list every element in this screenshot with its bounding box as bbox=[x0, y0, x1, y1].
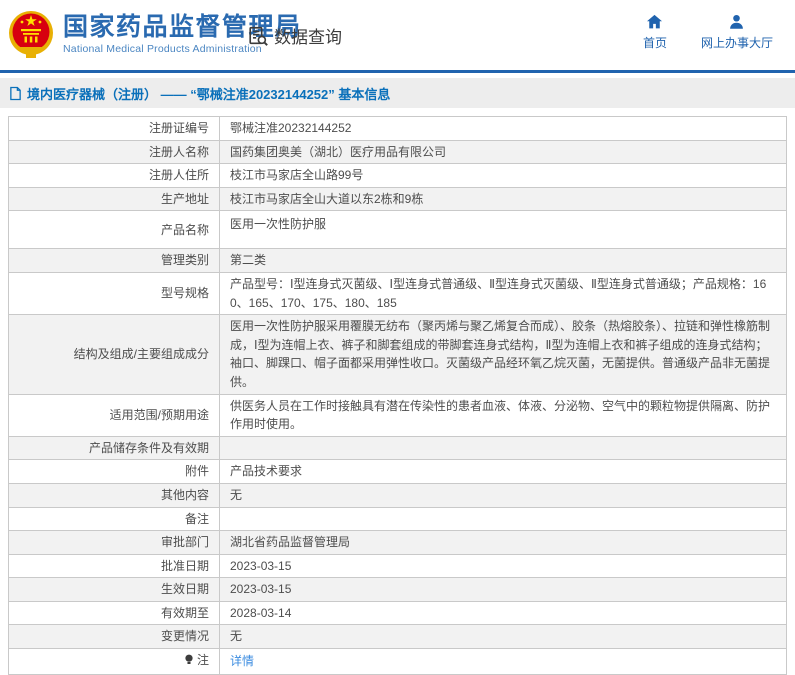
field-value: 产品技术要求 bbox=[219, 459, 787, 484]
field-label: 管理类别 bbox=[8, 248, 220, 273]
field-label: 注 bbox=[8, 648, 220, 675]
nav-data-query[interactable]: 数据查询 bbox=[247, 23, 342, 48]
table-row: 备注 bbox=[8, 506, 787, 532]
nav-online-hall[interactable]: 网上办事大厅 bbox=[701, 13, 773, 51]
field-value: 无 bbox=[219, 482, 787, 508]
table-row: 生效日期 2023-03-15 bbox=[8, 577, 787, 602]
field-label: 批准日期 bbox=[8, 553, 220, 579]
field-value: 医用一次性防护服采用覆膜无纺布（聚丙烯与聚乙烯复合而成）、胶条（热熔胶条）、拉链… bbox=[219, 314, 787, 395]
note-label: 注 bbox=[196, 653, 209, 668]
field-label: 结构及组成/主要组成成分 bbox=[8, 314, 220, 395]
field-label: 注册证编号 bbox=[8, 116, 220, 141]
table-row: 型号规格 产品型号：Ⅰ型连身式灭菌级、Ⅰ型连身式普通级、Ⅱ型连身式灭菌级、Ⅱ型连… bbox=[8, 271, 787, 316]
field-label: 其他内容 bbox=[8, 482, 220, 508]
field-label: 有效期至 bbox=[8, 600, 220, 626]
field-value bbox=[219, 435, 787, 461]
field-value: 湖北省药品监督管理局 bbox=[219, 530, 787, 555]
field-label: 注册人名称 bbox=[8, 139, 220, 165]
home-icon bbox=[645, 13, 664, 31]
table-row: 注册人名称 国药集团奥美（湖北）医疗用品有限公司 bbox=[8, 139, 787, 165]
field-value: 国药集团奥美（湖北）医疗用品有限公司 bbox=[219, 139, 787, 165]
field-value: 医用一次性防护服 bbox=[219, 210, 787, 250]
table-row: 生产地址 枝江市马家店全山大道以东2栋和9栋 bbox=[8, 186, 787, 212]
table-row: 产品储存条件及有效期 bbox=[8, 435, 787, 461]
header-nav-right: 首页 网上办事大厅 bbox=[643, 13, 773, 51]
field-label: 备注 bbox=[8, 506, 220, 532]
field-label: 生产地址 bbox=[8, 186, 220, 212]
field-label: 注册人住所 bbox=[8, 163, 220, 188]
data-query-icon bbox=[247, 25, 269, 47]
table-row: 有效期至 2028-03-14 bbox=[8, 600, 787, 626]
field-label: 变更情况 bbox=[8, 624, 220, 650]
field-value bbox=[219, 506, 787, 532]
nav-home[interactable]: 首页 bbox=[643, 13, 667, 51]
breadcrumb: 境内医疗器械（注册） —— “鄂械注准20232144252” 基本信息 bbox=[27, 86, 391, 102]
field-label: 产品储存条件及有效期 bbox=[8, 435, 220, 461]
document-icon bbox=[9, 86, 22, 101]
table-row: 审批部门 湖北省药品监督管理局 bbox=[8, 530, 787, 555]
field-label: 型号规格 bbox=[8, 271, 220, 316]
field-value: 2023-03-15 bbox=[219, 553, 787, 579]
nav-home-label: 首页 bbox=[642, 36, 667, 50]
data-query-label: 数据查询 bbox=[274, 28, 342, 47]
field-value: 第二类 bbox=[219, 248, 787, 273]
field-value: 2028-03-14 bbox=[219, 600, 787, 626]
field-label: 附件 bbox=[8, 459, 220, 484]
national-emblem-icon bbox=[8, 7, 54, 61]
field-value: 详情 bbox=[219, 648, 787, 675]
table-row: 适用范围/预期用途 供医务人员在工作时接触具有潜在传染性的患者血液、体液、分泌物… bbox=[8, 393, 787, 437]
field-value: 鄂械注准20232144252 bbox=[219, 116, 787, 141]
registration-info-table: 注册证编号 鄂械注准20232144252 注册人名称 国药集团奥美（湖北）医疗… bbox=[8, 116, 787, 675]
user-icon bbox=[727, 13, 746, 31]
table-row: 注 详情 bbox=[8, 648, 787, 675]
field-value: 产品型号：Ⅰ型连身式灭菌级、Ⅰ型连身式普通级、Ⅱ型连身式灭菌级、Ⅱ型连身式普通级… bbox=[219, 271, 787, 316]
table-row: 结构及组成/主要组成成分 医用一次性防护服采用覆膜无纺布（聚丙烯与聚乙烯复合而成… bbox=[8, 314, 787, 395]
table-row: 变更情况 无 bbox=[8, 624, 787, 650]
field-label: 产品名称 bbox=[8, 210, 220, 250]
note-detail-link[interactable]: 详情 bbox=[230, 654, 254, 668]
field-value: 无 bbox=[219, 624, 787, 650]
table-row: 其他内容 无 bbox=[8, 482, 787, 508]
field-value: 枝江市马家店全山大道以东2栋和9栋 bbox=[219, 186, 787, 212]
site-header: 国家药品监督管理局 National Medical Products Admi… bbox=[0, 0, 795, 73]
note-icon bbox=[184, 653, 194, 672]
field-label: 生效日期 bbox=[8, 577, 220, 602]
table-row: 批准日期 2023-03-15 bbox=[8, 553, 787, 579]
field-value: 枝江市马家店全山路99号 bbox=[219, 163, 787, 188]
table-row: 管理类别 第二类 bbox=[8, 248, 787, 273]
field-label: 适用范围/预期用途 bbox=[8, 393, 220, 437]
table-row: 注册证编号 鄂械注准20232144252 bbox=[8, 116, 787, 141]
table-row: 产品名称 医用一次性防护服 bbox=[8, 210, 787, 250]
registration-info-table-wrap: 注册证编号 鄂械注准20232144252 注册人名称 国药集团奥美（湖北）医疗… bbox=[8, 116, 787, 675]
table-row: 附件 产品技术要求 bbox=[8, 459, 787, 484]
field-label: 审批部门 bbox=[8, 530, 220, 555]
nav-online-hall-label: 网上办事大厅 bbox=[700, 36, 773, 50]
field-value: 2023-03-15 bbox=[219, 577, 787, 602]
breadcrumb-bar: 境内医疗器械（注册） —— “鄂械注准20232144252” 基本信息 bbox=[0, 78, 795, 108]
field-value: 供医务人员在工作时接触具有潜在传染性的患者血液、体液、分泌物、空气中的颗粒物提供… bbox=[219, 393, 787, 437]
table-row: 注册人住所 枝江市马家店全山路99号 bbox=[8, 163, 787, 188]
